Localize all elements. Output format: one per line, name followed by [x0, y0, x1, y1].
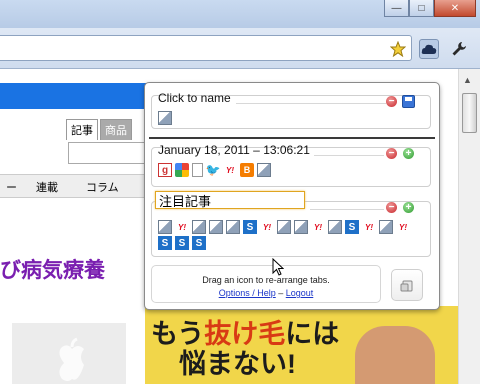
apple-logo-image	[12, 323, 126, 384]
cloud-extension-icon[interactable]	[419, 39, 439, 59]
scroll-up-icon[interactable]: ▲	[463, 75, 472, 85]
scrollbar-thumb[interactable]	[462, 93, 477, 133]
tab-articles[interactable]: 記事	[66, 119, 98, 140]
page-favicon-icon[interactable]	[158, 111, 172, 125]
group-tab-icons: Y! S Y! Y! S Y! Y! S S S	[158, 220, 426, 250]
saved-groups-separator	[149, 137, 435, 139]
advertisement-banner[interactable]: もう抜け毛には 悩まない!	[145, 306, 458, 384]
s-favicon-icon[interactable]: S	[175, 236, 189, 250]
tab-group-dated: January 18, 2011 – 13:06:21 − + g 🐦 Y! B	[151, 143, 431, 187]
search-tabs: 記事 商品	[66, 119, 132, 140]
s-favicon-icon[interactable]: S	[158, 236, 172, 250]
address-bar[interactable]	[0, 35, 412, 61]
group-name-label[interactable]: January 18, 2011 – 13:06:21	[158, 143, 310, 157]
yahoo-favicon-icon[interactable]: Y!	[175, 220, 189, 234]
window-controls: — □ ✕	[384, 0, 476, 17]
page-favicon-icon[interactable]	[257, 163, 271, 177]
ad-person-photo	[355, 326, 435, 384]
add-tab-icon[interactable]: +	[403, 202, 414, 213]
tab-group-unnamed: Click to name −	[151, 91, 431, 129]
add-tab-icon[interactable]: +	[403, 148, 414, 159]
mouse-cursor-icon	[272, 257, 285, 281]
group-name-label[interactable]: Click to name	[158, 91, 231, 105]
page-favicon-icon[interactable]	[192, 220, 206, 234]
site-nav: ー 連載 コラム	[0, 174, 150, 198]
logout-link[interactable]: Logout	[286, 288, 314, 298]
site-header-bar	[0, 83, 160, 109]
yahoo-favicon-icon[interactable]: Y!	[223, 163, 237, 177]
close-button[interactable]: ✕	[434, 0, 476, 17]
document-favicon-icon[interactable]	[192, 163, 203, 177]
star-icon[interactable]	[388, 39, 408, 59]
blogger-favicon-icon[interactable]: B	[240, 163, 254, 177]
group-divider	[310, 209, 384, 210]
page-favicon-icon[interactable]	[328, 220, 342, 234]
nav-item-series[interactable]: 連載	[36, 179, 58, 195]
nav-item[interactable]: ー	[6, 179, 17, 195]
s-favicon-icon[interactable]: S	[243, 220, 257, 234]
help-panel: Drag an icon to re-arrange tabs. Options…	[151, 265, 381, 303]
help-text: Drag an icon to re-arrange tabs.	[202, 275, 330, 285]
group-tab-icons	[158, 111, 426, 125]
group-divider	[236, 103, 386, 104]
google-favicon-icon[interactable]	[175, 163, 189, 177]
browser-toolbar	[0, 28, 480, 69]
group-name-input[interactable]	[155, 191, 305, 209]
window-titlebar: — □ ✕	[0, 0, 480, 28]
group-divider	[314, 155, 384, 156]
page-favicon-icon[interactable]	[294, 220, 308, 234]
options-help-link[interactable]: Options / Help	[219, 288, 276, 298]
save-icon[interactable]	[402, 95, 415, 108]
nav-item-column[interactable]: コラム	[86, 179, 119, 195]
remove-group-icon[interactable]: −	[386, 96, 397, 107]
help-links: Options / Help – Logout	[152, 288, 380, 298]
link-separator: –	[275, 288, 286, 298]
site-search-input[interactable]	[68, 142, 156, 164]
page-favicon-icon[interactable]	[379, 220, 393, 234]
yahoo-favicon-icon[interactable]: Y!	[311, 220, 325, 234]
minimize-button[interactable]: —	[384, 0, 409, 17]
wrench-icon[interactable]	[449, 39, 469, 59]
article-headline[interactable]: び病気療養	[0, 254, 105, 284]
s-favicon-icon[interactable]: S	[345, 220, 359, 234]
tab-groups-popup: Click to name − January 18, 2011 – 13:06…	[144, 82, 440, 310]
page-favicon-icon[interactable]	[158, 220, 172, 234]
group-tab-icons: g 🐦 Y! B	[158, 163, 426, 177]
page-favicon-icon[interactable]	[277, 220, 291, 234]
remove-group-icon[interactable]: −	[386, 148, 397, 159]
g-favicon-icon[interactable]: g	[158, 163, 172, 177]
remove-group-icon[interactable]: −	[386, 202, 397, 213]
twitter-favicon-icon[interactable]: 🐦	[206, 163, 221, 177]
trash-icon[interactable]	[391, 269, 423, 301]
ad-headline-line2: 悩まない!	[179, 349, 296, 379]
page-scrollbar[interactable]: ▲	[458, 69, 480, 384]
s-favicon-icon[interactable]: S	[192, 236, 206, 250]
yahoo-favicon-icon[interactable]: Y!	[362, 220, 376, 234]
tab-group-featured: − + Y! S Y! Y! S Y! Y! S S S	[151, 201, 431, 257]
page-favicon-icon[interactable]	[226, 220, 240, 234]
page-favicon-icon[interactable]	[209, 220, 223, 234]
yahoo-favicon-icon[interactable]: Y!	[260, 220, 274, 234]
yahoo-favicon-icon[interactable]: Y!	[396, 220, 410, 234]
tab-products[interactable]: 商品	[100, 119, 132, 140]
maximize-button[interactable]: □	[409, 0, 434, 17]
